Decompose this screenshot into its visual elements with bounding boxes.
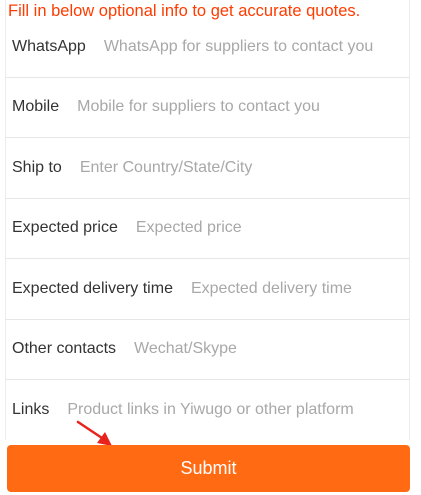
ship-to-label: Ship to [12, 158, 62, 176]
whatsapp-input[interactable] [103, 37, 410, 56]
other-contacts-row: Other contacts [5, 320, 410, 380]
mobile-input[interactable] [77, 98, 410, 117]
links-row: Links [5, 380, 410, 440]
expected-price-input[interactable] [135, 219, 410, 238]
other-contacts-input[interactable] [134, 340, 410, 359]
expected-price-label: Expected price [12, 219, 118, 237]
ship-to-row: Ship to [5, 138, 410, 199]
ship-to-input[interactable] [79, 158, 410, 177]
expected-delivery-time-label: Expected delivery time [12, 279, 173, 297]
whatsapp-row: WhatsApp [5, 17, 410, 78]
submit-button[interactable]: Submit [7, 445, 410, 492]
expected-delivery-time-input[interactable] [190, 279, 410, 298]
links-label: Links [12, 400, 50, 418]
whatsapp-label: WhatsApp [12, 37, 86, 55]
mobile-label: Mobile [12, 98, 60, 116]
quote-form-page: Fill in below optional info to get accur… [0, 0, 421, 495]
expected-price-row: Expected price [5, 199, 410, 259]
links-input[interactable] [67, 400, 410, 419]
mobile-row: Mobile [5, 78, 410, 138]
other-contacts-label: Other contacts [12, 340, 117, 358]
optional-info-form: WhatsApp Mobile Ship to Expected price E… [0, 17, 421, 440]
expected-delivery-time-row: Expected delivery time [5, 259, 410, 320]
